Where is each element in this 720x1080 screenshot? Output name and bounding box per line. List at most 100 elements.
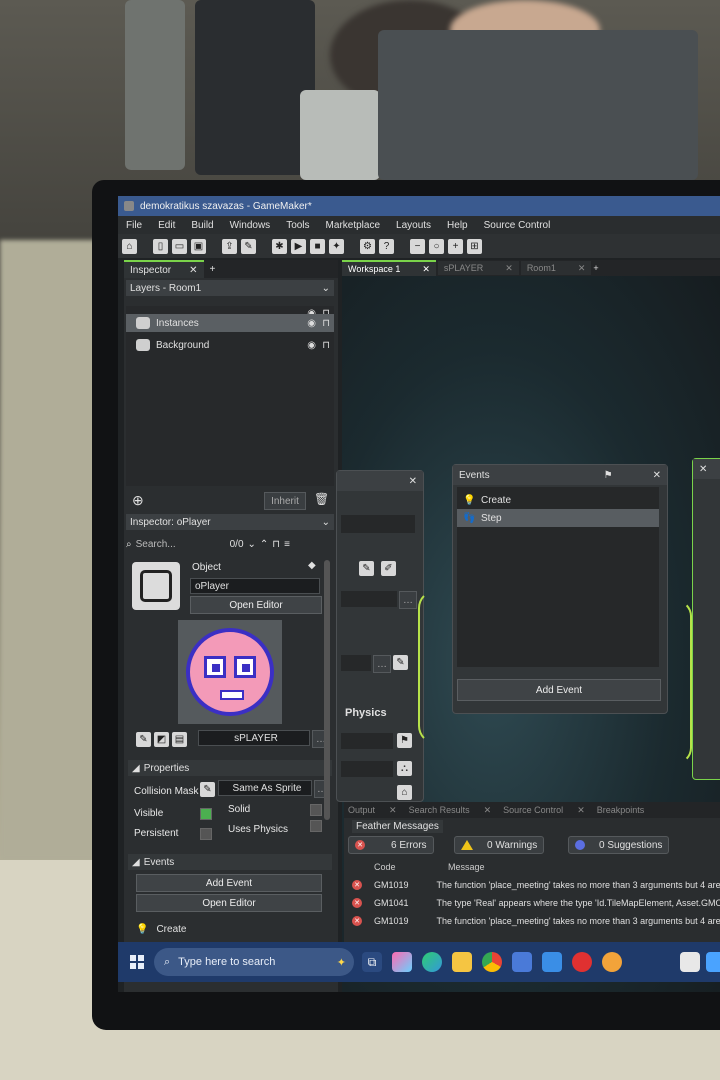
close-icon[interactable]: ✕ bbox=[505, 263, 513, 274]
close-icon[interactable]: ✕ bbox=[699, 464, 707, 475]
menu-layouts[interactable]: Layouts bbox=[396, 220, 431, 231]
menu-icon[interactable]: ≡ bbox=[284, 539, 290, 550]
tab-source-control[interactable]: Source Control ✕ bbox=[499, 805, 589, 816]
app-icon[interactable] bbox=[602, 952, 622, 972]
menu-help[interactable]: Help bbox=[447, 220, 468, 231]
sprite-browse-icon[interactable]: ▤ bbox=[172, 732, 187, 747]
app-icon[interactable] bbox=[706, 952, 720, 972]
add-tab-icon[interactable]: + bbox=[593, 263, 598, 273]
flag-icon[interactable]: ⚑ bbox=[604, 470, 613, 481]
menu-edit[interactable]: Edit bbox=[158, 220, 175, 231]
more-button[interactable]: … bbox=[373, 655, 391, 673]
close-icon[interactable]: ✕ bbox=[189, 265, 197, 276]
search-input[interactable]: Search... bbox=[136, 539, 226, 550]
workspace-icon[interactable]: ⊞ bbox=[467, 238, 482, 254]
mail-icon[interactable] bbox=[542, 952, 562, 972]
task-view-icon[interactable]: ⧉ bbox=[362, 952, 382, 972]
more-button[interactable]: … bbox=[399, 591, 417, 609]
event-item-step[interactable]: 👣 Step bbox=[457, 509, 659, 527]
mask-field[interactable] bbox=[341, 655, 371, 671]
roblox-icon[interactable] bbox=[680, 952, 700, 972]
errors-filter[interactable]: ✕ 6 Errors bbox=[348, 836, 434, 854]
events-section-header[interactable]: ◢ Events bbox=[128, 854, 332, 870]
menu-windows[interactable]: Windows bbox=[230, 220, 271, 231]
tab-splayer[interactable]: sPLAYER ✕ bbox=[437, 261, 519, 275]
visible-checkbox[interactable] bbox=[200, 808, 212, 820]
sprite-new-icon[interactable]: ◩ bbox=[154, 732, 169, 747]
settings-icon[interactable]: ⚙ bbox=[360, 238, 375, 254]
sprite-name-field[interactable]: sPLAYER bbox=[198, 730, 310, 746]
parent-field[interactable] bbox=[341, 761, 393, 777]
message-row[interactable]: ✕ GM1019 The function 'place_meeting' ta… bbox=[344, 876, 720, 894]
tab-inspector[interactable]: Inspector ✕ bbox=[124, 260, 204, 278]
event-item-create[interactable]: 💡 Create bbox=[457, 491, 659, 509]
debug-icon[interactable]: ✱ bbox=[272, 238, 287, 254]
edge-browser-icon[interactable] bbox=[422, 952, 442, 972]
tab-workspace-1[interactable]: Workspace 1 ✕ bbox=[342, 260, 436, 276]
flag-icon[interactable]: ⚑ bbox=[397, 733, 412, 748]
stop-icon[interactable]: ■ bbox=[310, 238, 325, 254]
close-icon[interactable]: ✕ bbox=[409, 476, 417, 487]
chevron-up-icon[interactable]: ⌃ bbox=[260, 539, 268, 550]
taskbar-search-input[interactable]: ⌕ Type here to search ✦ bbox=[154, 948, 354, 976]
open-editor-button[interactable]: Open Editor bbox=[190, 596, 322, 614]
add-layer-icon[interactable]: ⊕ bbox=[132, 492, 144, 509]
home-icon[interactable]: ⌂ bbox=[397, 785, 412, 800]
uses-physics-checkbox[interactable] bbox=[310, 820, 322, 832]
layer-row[interactable]: Background ◉ ⊓ bbox=[126, 336, 334, 354]
events-field[interactable] bbox=[341, 733, 393, 749]
close-icon[interactable]: ✕ bbox=[422, 264, 430, 275]
mask-edit-icon[interactable]: ✎ bbox=[393, 655, 408, 670]
layer-row[interactable]: Instances ◉ ⊓ bbox=[126, 314, 334, 332]
add-tab-icon[interactable]: + bbox=[210, 264, 216, 275]
nodes-icon[interactable]: ⛬ bbox=[397, 761, 412, 776]
menu-marketplace[interactable]: Marketplace bbox=[326, 220, 380, 231]
brush-icon[interactable]: ✐ bbox=[381, 561, 396, 576]
event-item-create[interactable]: 💡 Create bbox=[136, 924, 186, 935]
collision-mask-field[interactable]: Same As Sprite bbox=[218, 780, 312, 796]
lock-icon[interactable]: ⊓ bbox=[272, 539, 280, 550]
tag-icon[interactable]: ◆ bbox=[308, 560, 316, 571]
message-row[interactable]: ✕ GM1019 The function 'place_meeting' ta… bbox=[344, 912, 720, 930]
chevron-down-icon[interactable]: ⌄ bbox=[248, 539, 256, 550]
close-icon[interactable]: ✕ bbox=[653, 470, 661, 481]
lock-icon[interactable]: ⊓ bbox=[322, 318, 330, 329]
open-editor-events-button[interactable]: Open Editor bbox=[136, 894, 322, 912]
edit-icon[interactable]: ✎ bbox=[359, 561, 374, 576]
inspector-scrollbar[interactable] bbox=[324, 560, 330, 820]
eye-icon[interactable]: ◉ bbox=[307, 340, 316, 351]
tab-search-results[interactable]: Search Results ✕ bbox=[405, 805, 496, 816]
tab-room1[interactable]: Room1 ✕ bbox=[520, 261, 592, 275]
mask-edit-icon[interactable]: ✎ bbox=[200, 782, 215, 797]
eye-icon[interactable]: ◉ bbox=[307, 318, 316, 329]
help-icon[interactable]: ? bbox=[379, 238, 394, 254]
tab-output[interactable]: Output ✕ bbox=[344, 805, 401, 816]
save-icon[interactable]: ▣ bbox=[191, 238, 206, 254]
persistent-checkbox[interactable] bbox=[200, 828, 212, 840]
tab-breakpoints[interactable]: Breakpoints bbox=[593, 805, 649, 815]
inherit-button[interactable]: Inherit bbox=[264, 492, 306, 510]
solid-checkbox[interactable] bbox=[310, 804, 322, 816]
store-icon[interactable] bbox=[512, 952, 532, 972]
open-folder-icon[interactable]: ▭ bbox=[172, 238, 187, 254]
object-name-field[interactable]: oPlayer bbox=[190, 578, 320, 594]
warnings-filter[interactable]: 0 Warnings bbox=[454, 836, 545, 854]
zoom-out-icon[interactable]: − bbox=[410, 238, 425, 254]
opera-icon[interactable] bbox=[572, 952, 592, 972]
close-icon[interactable]: ✕ bbox=[577, 805, 585, 816]
inspector-dropdown[interactable]: Inspector: oPlayer ⌄ bbox=[126, 514, 334, 530]
new-file-icon[interactable]: ▯ bbox=[153, 238, 168, 254]
windows-start-icon[interactable] bbox=[130, 955, 144, 969]
suggestions-filter[interactable]: 0 Suggestions bbox=[568, 836, 670, 854]
chrome-icon[interactable] bbox=[482, 952, 502, 972]
zoom-in-icon[interactable]: + bbox=[448, 238, 463, 254]
lock-icon[interactable]: ⊓ bbox=[322, 340, 330, 351]
run-icon[interactable]: ▶ bbox=[291, 238, 306, 254]
delete-icon[interactable]: 🗑 bbox=[314, 492, 329, 506]
menu-file[interactable]: File bbox=[126, 220, 142, 231]
clean-icon[interactable]: ✎ bbox=[241, 238, 256, 254]
add-event-button[interactable]: Add Event bbox=[136, 874, 322, 892]
home-icon[interactable]: ⌂ bbox=[122, 238, 137, 254]
zoom-reset-icon[interactable]: ○ bbox=[429, 238, 444, 254]
add-event-button[interactable]: Add Event bbox=[457, 679, 661, 701]
